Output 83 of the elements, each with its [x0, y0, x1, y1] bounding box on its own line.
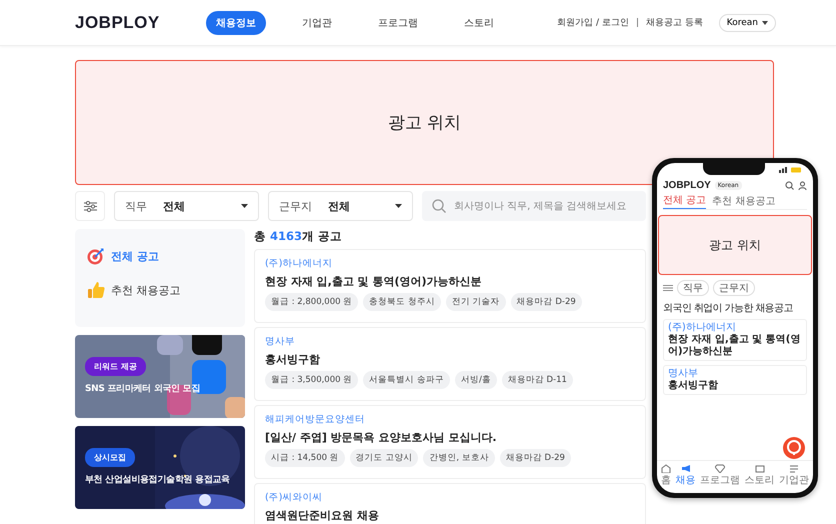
- ad-label: 광고 위치: [709, 236, 761, 254]
- job-title: 현장 자재 입,출고 및 통역(영어)가능하신분: [668, 334, 802, 358]
- thumbs-up-icon: [87, 281, 105, 299]
- phone-notch: [703, 163, 765, 175]
- job-tag: 서울특별시 송파구: [363, 371, 450, 389]
- language-select[interactable]: Korean: [718, 14, 776, 32]
- search-icon: [432, 199, 446, 213]
- header-link[interactable]: 채용공고 등록: [646, 16, 703, 29]
- caret-icon: [395, 204, 402, 208]
- tab[interactable]: 추천 채용공고: [712, 194, 776, 209]
- sidebar-item[interactable]: 추천 채용공고: [87, 281, 233, 299]
- job-card[interactable]: 해피케어방문요양센터 [일산/ 주엽] 방문목욕 요양보호사님 모십니다. 시급 : 14,500 원 경기도 고양시 간병인, 보호사 채용마감 D-29: [254, 405, 646, 479]
- company-name: 명사부: [668, 368, 698, 380]
- filter-button[interactable]: [75, 191, 105, 221]
- header-link[interactable]: 회원가입 / 로그인: [557, 16, 629, 29]
- job-card[interactable]: (주)하나에너지 현장 자재 입,출고 및 통역(영어)가능하신분 월급 : 2,800,000 원 충청북도 청주시 전기 기술자 채용마감 D-29: [254, 249, 646, 323]
- dropdown-value: 전체: [328, 198, 350, 214]
- bottom-nav-item[interactable]: 스토리: [744, 464, 774, 486]
- diamond-icon: [715, 464, 725, 472]
- job-tag: 채용마감 D-29: [510, 293, 582, 311]
- job-tag: 충청북도 청주시: [363, 293, 441, 311]
- job-title: 홍서빙구함: [265, 352, 320, 367]
- job-card[interactable]: 명사부 홍서빙구함: [663, 365, 807, 395]
- job-tag: 간병인, 보호사: [423, 449, 495, 467]
- company-name: 해피케어방문요양센터: [265, 413, 365, 426]
- section-heading: 외국인 취업이 가능한 채용공고: [663, 302, 794, 315]
- user-icon[interactable]: [798, 180, 807, 190]
- job-title: [일산/ 주엽] 방문목욕 요양보호사님 모십니다.: [265, 430, 497, 445]
- target-icon: [87, 247, 105, 265]
- company-name: (주)하나에너지: [265, 257, 332, 270]
- dropdown[interactable]: 직무 전체: [114, 191, 259, 221]
- ad-label: 광고 위치: [388, 112, 462, 134]
- dropdown-value: 전체: [163, 198, 185, 214]
- nav-tab[interactable]: 프로그램: [368, 10, 428, 34]
- logo[interactable]: JOBPLOY: [663, 180, 711, 190]
- caret-icon: [762, 20, 768, 24]
- filter-chip[interactable]: 근무지: [713, 280, 755, 296]
- caret-icon: [241, 204, 248, 208]
- job-card[interactable]: (주)하나에너지 현장 자재 입,출고 및 통역(영어)가능하신분: [663, 319, 807, 361]
- sliders-icon: [84, 200, 96, 212]
- megaphone-icon: [680, 464, 690, 472]
- company-name: 명사부: [265, 335, 295, 348]
- promo-banner[interactable]: 상시모집 부천 산업설비용접기술학원 용접교육: [75, 426, 245, 509]
- company-name: (주)씨와이씨: [265, 491, 322, 504]
- job-tag: 채용마감 D-11: [502, 371, 573, 389]
- job-tag: 월급 : 3,500,000 원: [265, 371, 358, 389]
- banner-badge: 상시모집: [85, 448, 135, 467]
- job-tag: 경기도 고양시: [350, 449, 418, 467]
- search-icon[interactable]: [785, 180, 794, 190]
- job-card[interactable]: 명사부 홍서빙구함 월급 : 3,500,000 원 서울특별시 송파구 서빙/홀 채용마감 D-11: [254, 327, 646, 401]
- search-field[interactable]: 회사명이나 직무, 제목을 검색해보세요: [422, 191, 646, 221]
- dropdown-label: 근무지: [279, 198, 312, 214]
- dropdown[interactable]: 근무지 전체: [268, 191, 413, 221]
- banner-badge: 리워드 제공: [85, 357, 146, 376]
- nav-tab[interactable]: 스토리: [454, 10, 504, 34]
- job-tag: 채용마감 D-29: [500, 449, 571, 467]
- job-title: 염색원단준비요원 채용: [265, 508, 379, 523]
- dropdown-label: 직무: [125, 198, 147, 214]
- job-count: 총 4163개 공고: [254, 229, 344, 244]
- banner-title: 부천 산업설비용접기술학원 용접교육: [85, 474, 230, 486]
- job-tag: 전기 기술자: [446, 293, 506, 311]
- sidebar-item[interactable]: 전체 공고: [87, 247, 233, 265]
- home-icon: [661, 464, 671, 472]
- nav-tab[interactable]: 기업관: [292, 10, 342, 34]
- sliders-icon: [663, 284, 673, 292]
- job-tag: 서빙/홀: [454, 371, 497, 389]
- list-icon: [789, 464, 799, 472]
- help-icon[interactable]: [783, 437, 805, 459]
- company-name: (주)하나에너지: [668, 322, 736, 334]
- bottom-nav-item[interactable]: 홈: [661, 464, 671, 486]
- nav-tab[interactable]: 채용정보: [206, 10, 266, 34]
- filter-chip[interactable]: 직무: [677, 280, 709, 296]
- job-tag: 월급 : 2,800,000 원: [265, 293, 358, 311]
- job-card[interactable]: (주)씨와이씨 염색원단준비요원 채용: [254, 483, 646, 524]
- tab[interactable]: 전체 공고: [663, 193, 706, 209]
- job-tag: 시급 : 14,500 원: [265, 449, 345, 467]
- bottom-nav-item[interactable]: 채용: [676, 464, 696, 486]
- logo[interactable]: JOBPLOY: [75, 12, 206, 32]
- job-title: 현장 자재 입,출고 및 통역(영어)가능하신분: [265, 274, 482, 289]
- status-icons: [779, 167, 803, 173]
- bottom-nav-item[interactable]: 프로그램: [700, 464, 740, 486]
- bottom-nav-item[interactable]: 기업관: [779, 464, 809, 486]
- job-title: 홍서빙구함: [668, 380, 718, 392]
